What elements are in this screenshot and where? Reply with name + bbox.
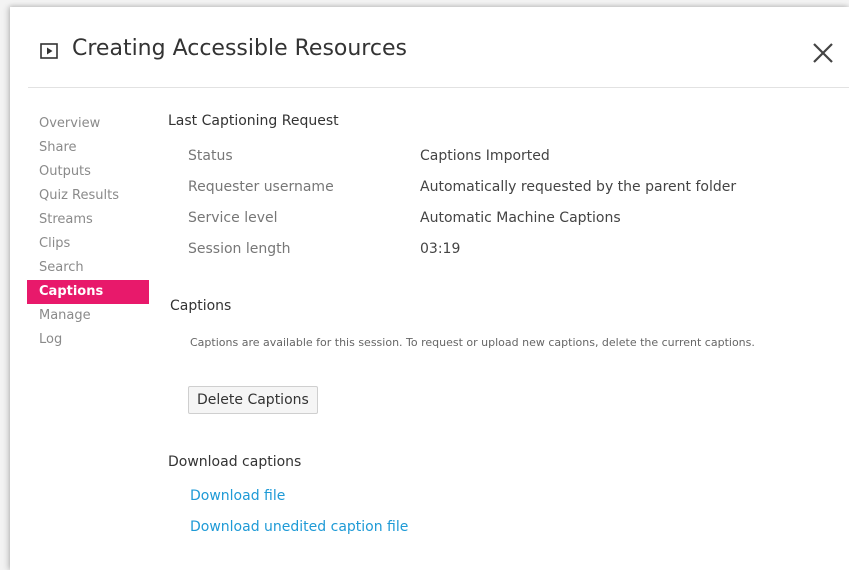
sidebar-item-streams[interactable]: Streams [27,208,149,232]
captions-info-text: Captions are available for this session.… [190,336,755,349]
sidebar-item-search[interactable]: Search [27,256,149,280]
sidebar-item-share[interactable]: Share [27,136,149,160]
field-value: Automatic Machine Captions [420,210,621,226]
sidebar-nav: Overview Share Outputs Quiz Results Stre… [27,112,149,352]
field-label: Requester username [188,179,334,195]
section-title-captions: Captions [170,298,232,314]
sidebar-item-overview[interactable]: Overview [27,112,149,136]
section-title-download: Download captions [168,454,302,470]
page-title: Creating Accessible Resources [72,36,407,61]
sidebar-item-captions[interactable]: Captions [27,280,149,304]
download-unedited-link[interactable]: Download unedited caption file [190,519,408,535]
sidebar-item-manage[interactable]: Manage [27,304,149,328]
section-title-last-request: Last Captioning Request [168,113,339,129]
sidebar-item-outputs[interactable]: Outputs [27,160,149,184]
header-divider [28,87,849,88]
field-label: Session length [188,241,291,257]
close-icon[interactable] [810,40,836,66]
field-label: Status [188,148,233,164]
field-value: Automatically requested by the parent fo… [420,179,737,195]
sidebar-item-clips[interactable]: Clips [27,232,149,256]
field-value: 03:19 [420,241,461,257]
field-value: Captions Imported [420,148,550,164]
sidebar-item-quiz-results[interactable]: Quiz Results [27,184,149,208]
dialog-header: Creating Accessible Resources [10,7,849,87]
play-icon [40,43,58,59]
download-file-link[interactable]: Download file [190,488,285,504]
delete-captions-button[interactable]: Delete Captions [188,386,318,414]
sidebar-item-log[interactable]: Log [27,328,149,352]
session-dialog: Creating Accessible Resources Overview S… [10,7,849,570]
field-label: Service level [188,210,278,226]
